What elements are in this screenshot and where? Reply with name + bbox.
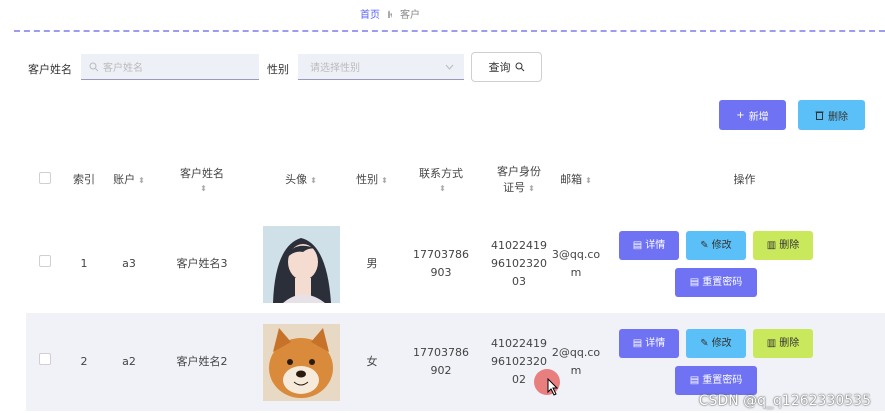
detail-button[interactable]: ▤ 详情 bbox=[619, 329, 679, 358]
trash-icon: ▥ bbox=[766, 337, 777, 349]
name-search-input[interactable]: 客户姓名 bbox=[81, 54, 259, 80]
name-search-placeholder: 客户姓名 bbox=[103, 63, 143, 74]
add-button-label: 新增 bbox=[748, 111, 769, 123]
cell-index: 2 bbox=[64, 313, 104, 411]
batch-delete-button[interactable]: 删除 bbox=[798, 100, 865, 130]
sort-icon[interactable]: ⬍ bbox=[585, 176, 592, 185]
reset-password-button[interactable]: ▤ 重置密码 bbox=[675, 366, 757, 395]
table-row: 1 a3 客户姓名3 男 17703786 903 41022419 9610232… bbox=[26, 215, 885, 313]
delete-button[interactable]: ▥ 删除 bbox=[753, 329, 813, 358]
gender-label: 性别 bbox=[267, 63, 289, 76]
trash-icon: ▥ bbox=[766, 239, 777, 251]
chevron-down-icon bbox=[445, 64, 454, 70]
cell-email: 2@qq.co m bbox=[548, 313, 604, 411]
cell-actions: ▤ 详情 ✎ 修改 ▥ 删除 ▤ 重置密码 bbox=[604, 215, 885, 313]
query-button-label: 查询 bbox=[488, 61, 511, 74]
cell-gender: 男 bbox=[352, 215, 392, 313]
reset-icon: ▤ bbox=[689, 276, 700, 288]
cell-avatar bbox=[250, 313, 352, 411]
cell-name: 客户姓名2 bbox=[154, 313, 250, 411]
hand-icon bbox=[388, 9, 392, 18]
batch-delete-button-label: 删除 bbox=[828, 111, 848, 123]
breadcrumb-home[interactable]: 首页 bbox=[360, 6, 380, 21]
sort-icon[interactable]: ⬍ bbox=[381, 176, 388, 185]
query-button[interactable]: 查询 bbox=[471, 52, 542, 82]
watermark: CSDN @q_q1262330535 bbox=[698, 393, 871, 409]
breadcrumb: 首页 客户 bbox=[360, 6, 420, 21]
breadcrumb-current: 客户 bbox=[400, 10, 420, 21]
header-avatar[interactable]: 头像 ⬍ bbox=[250, 143, 352, 215]
trash-icon bbox=[815, 111, 824, 120]
detail-icon: ▤ bbox=[632, 239, 643, 251]
cell-name: 客户姓名3 bbox=[154, 215, 250, 313]
header-name[interactable]: 客户姓名 ⬍ bbox=[154, 143, 250, 215]
edit-icon: ✎ bbox=[700, 239, 709, 251]
gender-select[interactable]: 请选择性别 bbox=[298, 54, 464, 80]
plus-icon: + bbox=[736, 109, 745, 121]
cell-gender: 女 bbox=[352, 313, 392, 411]
header-select[interactable] bbox=[26, 143, 64, 215]
cell-idcard: 41022419 96102320 02 bbox=[490, 313, 548, 411]
header-actions: 操作 bbox=[604, 143, 885, 215]
cell-account: a3 bbox=[104, 215, 154, 313]
reset-icon: ▤ bbox=[689, 374, 700, 386]
sort-icon[interactable]: ⬍ bbox=[310, 176, 317, 185]
edit-icon: ✎ bbox=[700, 337, 709, 349]
add-button[interactable]: + 新增 bbox=[719, 100, 786, 130]
sort-icon[interactable]: ⬍ bbox=[138, 176, 145, 185]
cell-index: 1 bbox=[64, 215, 104, 313]
cell-account: a2 bbox=[104, 313, 154, 411]
cell-email: 3@qq.co m bbox=[548, 215, 604, 313]
cell-phone: 17703786 903 bbox=[392, 215, 490, 313]
avatar-image bbox=[262, 323, 340, 401]
header-idcard[interactable]: 客户身份 证号 ⬍ bbox=[490, 143, 548, 215]
header-index: 索引 bbox=[64, 143, 104, 215]
edit-button[interactable]: ✎ 修改 bbox=[686, 231, 746, 260]
cell-avatar bbox=[250, 215, 352, 313]
delete-button[interactable]: ▥ 删除 bbox=[753, 231, 813, 260]
sort-icon[interactable]: ⬍ bbox=[439, 184, 446, 193]
detail-button[interactable]: ▤ 详情 bbox=[619, 231, 679, 260]
search-icon bbox=[515, 62, 524, 72]
search-icon bbox=[89, 62, 99, 71]
avatar-image bbox=[262, 225, 340, 303]
customer-table: 索引 账户 ⬍ 客户姓名 ⬍ 头像 ⬍ 性别 ⬍ 联系方式 ⬍ 客户身份 证号 ⬍ 邮箱 ⬍ 操… bbox=[26, 143, 885, 411]
detail-icon: ▤ bbox=[632, 337, 643, 349]
sort-icon[interactable]: ⬍ bbox=[200, 184, 207, 193]
sort-icon[interactable]: ⬍ bbox=[528, 184, 535, 193]
cell-idcard: 41022419 96102320 03 bbox=[490, 215, 548, 313]
header-gender[interactable]: 性别 ⬍ bbox=[352, 143, 392, 215]
reset-password-button[interactable]: ▤ 重置密码 bbox=[675, 268, 757, 297]
row-checkbox[interactable] bbox=[39, 255, 51, 267]
cell-phone: 17703786 902 bbox=[392, 313, 490, 411]
header-email[interactable]: 邮箱 ⬍ bbox=[548, 143, 604, 215]
header-account[interactable]: 账户 ⬍ bbox=[104, 143, 154, 215]
header-phone[interactable]: 联系方式 ⬍ bbox=[392, 143, 490, 215]
edit-button[interactable]: ✎ 修改 bbox=[686, 329, 746, 358]
select-all-checkbox[interactable] bbox=[39, 171, 51, 184]
header-divider bbox=[14, 30, 885, 32]
row-checkbox[interactable] bbox=[39, 353, 51, 365]
gender-select-placeholder: 请选择性别 bbox=[310, 63, 360, 74]
mouse-cursor-icon bbox=[547, 378, 559, 396]
name-label: 客户姓名 bbox=[28, 63, 72, 76]
table-header-row: 索引 账户 ⬍ 客户姓名 ⬍ 头像 ⬍ 性别 ⬍ 联系方式 ⬍ 客户身份 证号 ⬍ 邮箱 ⬍ 操… bbox=[26, 143, 885, 215]
